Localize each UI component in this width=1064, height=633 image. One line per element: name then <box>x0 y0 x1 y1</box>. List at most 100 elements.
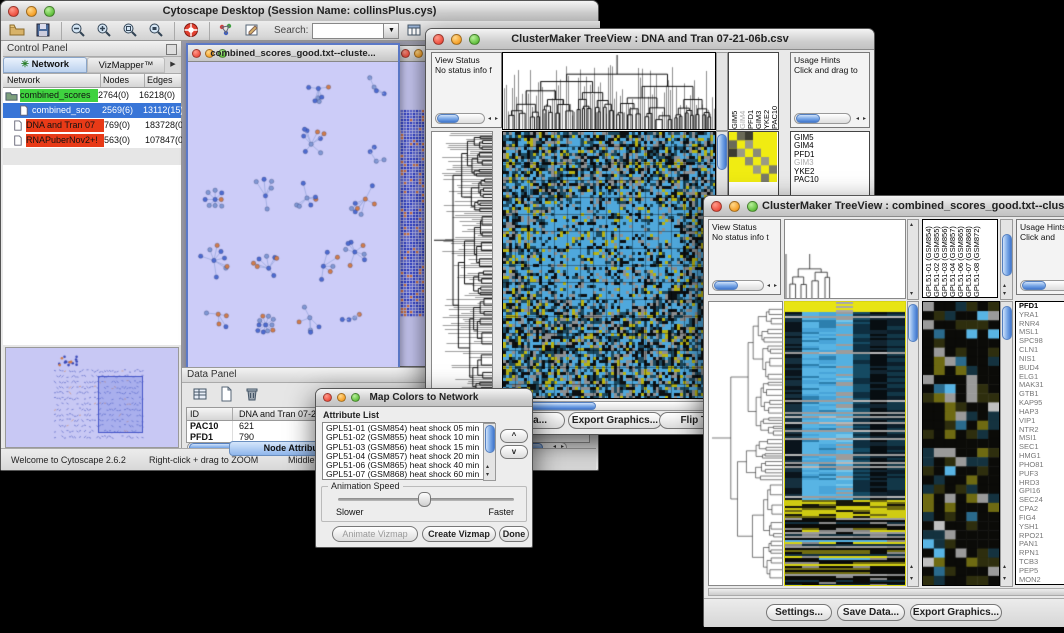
col-nodes[interactable]: Nodes <box>101 74 145 87</box>
scroll-right-icon[interactable]: ▸ <box>863 116 866 122</box>
vizmapper-icon[interactable] <box>217 22 237 40</box>
scroll-right-icon[interactable]: ▸ <box>774 283 777 289</box>
zoom-out-icon[interactable] <box>69 22 89 40</box>
settings-button[interactable]: Settings... <box>766 604 832 621</box>
tv1-heatmap[interactable] <box>502 131 716 399</box>
birdseye-canvas[interactable] <box>6 348 176 445</box>
network-canvas-1[interactable] <box>188 62 394 366</box>
treeview1-titlebar[interactable]: ClusterMaker TreeView : DNA and Tran 07-… <box>426 29 874 50</box>
cytoscape-titlebar[interactable]: Cytoscape Desktop (Session Name: collins… <box>1 1 598 22</box>
scroll-left-icon[interactable]: ◂ <box>856 116 859 122</box>
tv2-zoom-heatmap[interactable] <box>922 301 1000 586</box>
usage-hints-hscrollbar[interactable] <box>1020 280 1064 291</box>
gene-label[interactable]: SEC24 <box>1019 496 1064 505</box>
attribute-item[interactable]: GPL51-04 (GSM857) heat shock 20 min <box>326 452 494 461</box>
search-input[interactable] <box>312 23 384 39</box>
attribute-item[interactable]: GPL51-01 (GSM854) heat shock 05 min <box>326 424 494 433</box>
gene-label[interactable]: SPC98 <box>1019 337 1064 346</box>
network-row[interactable]: RNAPuberNov2+!563(0)107847(0) <box>3 133 181 148</box>
network-row[interactable]: combined_sco2569(6)13112(15) <box>3 103 181 118</box>
help-lifesaver-icon[interactable] <box>182 22 202 40</box>
scrollbar-thumb[interactable] <box>1022 281 1046 290</box>
scroll-down-icon[interactable]: ▾ <box>910 291 913 297</box>
move-up-button[interactable]: ^ <box>500 429 528 443</box>
scroll-down-icon[interactable]: ▾ <box>1003 291 1006 297</box>
zoom-selected-icon[interactable] <box>121 22 141 40</box>
dialog-titlebar[interactable]: Map Colors to Network <box>316 389 532 407</box>
gene-label[interactable]: SEC1 <box>1019 443 1064 452</box>
netview1-titlebar[interactable]: combined_scores_good.txt--cluste... <box>188 45 398 62</box>
column-label[interactable]: GPL51-08 (GSM872) <box>973 220 981 297</box>
tv1-zoom-heatmap[interactable] <box>729 132 777 182</box>
gene-label[interactable]: HAP3 <box>1019 408 1064 417</box>
gene-label[interactable]: NIS1 <box>1019 355 1064 364</box>
scroll-right-icon[interactable]: ▸ <box>495 116 498 122</box>
tv1-top-vscrollbar[interactable] <box>716 52 728 131</box>
search-dropdown-icon[interactable]: ▼ <box>384 23 399 39</box>
attribute-browser-icon[interactable] <box>405 22 425 40</box>
column-label[interactable]: PAC10 <box>771 53 779 129</box>
gene-label[interactable]: MAK31 <box>1019 381 1064 390</box>
scroll-up-icon[interactable]: ▴ <box>910 222 913 228</box>
scrollbar-thumb[interactable] <box>796 114 820 123</box>
select-attributes-icon[interactable] <box>191 386 211 404</box>
scroll-left-icon[interactable]: ◂ <box>488 116 491 122</box>
tv2-top-vscrollbar[interactable]: ▴ ▾ <box>907 219 919 300</box>
zoom-window-icon[interactable] <box>747 201 758 212</box>
row-label[interactable]: PAC10 <box>794 176 869 184</box>
scrollbar-thumb[interactable] <box>485 425 495 453</box>
tv1-hscrollbar[interactable] <box>502 401 718 411</box>
scrollbar-thumb[interactable] <box>717 134 727 170</box>
animate-vizmap-button[interactable]: Animate Vizmap <box>332 526 418 542</box>
tv2-column-dendrogram[interactable] <box>784 219 906 299</box>
tv2-vscrollbar[interactable]: ▴ ▾ <box>907 301 919 587</box>
scrollbar-thumb[interactable] <box>1002 306 1012 340</box>
gene-label[interactable]: HRD3 <box>1019 479 1064 488</box>
close-icon[interactable] <box>401 49 410 58</box>
view-status-hscrollbar[interactable] <box>712 280 764 291</box>
create-vizmap-button[interactable]: Create Vizmap <box>422 526 496 542</box>
slider-thumb[interactable] <box>418 492 431 507</box>
tv2-hscrollbar[interactable] <box>708 588 1064 596</box>
gene-label[interactable]: RPN1 <box>1019 549 1064 558</box>
float-panel-icon[interactable] <box>166 44 177 55</box>
scroll-up-icon[interactable]: ▴ <box>1003 564 1006 570</box>
scroll-up-icon[interactable]: ▴ <box>486 464 489 470</box>
gene-label[interactable]: PUF3 <box>1019 470 1064 479</box>
tv1-row-dendrogram[interactable] <box>431 131 493 399</box>
attribute-item[interactable]: GPL51-02 (GSM855) heat shock 10 min <box>326 433 494 442</box>
gene-label[interactable]: BUD4 <box>1019 364 1064 373</box>
network-row[interactable]: combined_scores2764(0)16218(0) <box>3 88 181 103</box>
attribute-item[interactable]: GPL51-03 (GSM856) heat shock 15 min <box>326 443 494 452</box>
attribute-item[interactable]: GPL51-07 (GSM868) heat shock 60 min <box>326 470 494 479</box>
minimize-icon[interactable] <box>729 201 740 212</box>
tv2-row-dendrogram[interactable] <box>708 301 783 586</box>
zoom-in-icon[interactable] <box>95 22 115 40</box>
scroll-down-icon[interactable]: ▾ <box>910 576 913 582</box>
gene-label[interactable]: PAN1 <box>1019 540 1064 549</box>
gene-label[interactable]: YSH1 <box>1019 523 1064 532</box>
gene-label[interactable]: MSL1 <box>1019 328 1064 337</box>
export-graphics-button[interactable]: Export Graphics... <box>910 604 1002 621</box>
minimize-icon[interactable] <box>414 49 423 58</box>
tv2-zoom-vscrollbar[interactable]: ▴ ▾ <box>1000 301 1013 587</box>
network-canvas-2[interactable] <box>397 64 424 322</box>
gene-label[interactable]: RNR4 <box>1019 320 1064 329</box>
gene-label[interactable]: FIG4 <box>1019 514 1064 523</box>
scrollbar-thumb[interactable] <box>908 304 918 342</box>
treeview2-titlebar[interactable]: ClusterMaker TreeView : combined_scores_… <box>704 196 1064 217</box>
gene-label[interactable]: CPA2 <box>1019 505 1064 514</box>
annotation-icon[interactable] <box>243 22 263 40</box>
attribute-list-vscrollbar[interactable]: ▴ ▾ <box>483 423 496 481</box>
scroll-down-icon[interactable]: ▾ <box>1003 576 1006 582</box>
gene-label[interactable]: MON2 <box>1019 576 1064 585</box>
gene-label[interactable]: YRA1 <box>1019 311 1064 320</box>
zoom-fit-icon[interactable] <box>147 22 167 40</box>
gene-label[interactable]: PHO81 <box>1019 461 1064 470</box>
gene-label[interactable]: CLN1 <box>1019 346 1064 355</box>
attribute-list[interactable]: GPL51-01 (GSM854) heat shock 05 minGPL51… <box>322 422 495 480</box>
col-network[interactable]: Network <box>3 74 101 87</box>
scrollbar-thumb[interactable] <box>1002 234 1012 276</box>
gene-label[interactable]: TCB3 <box>1019 558 1064 567</box>
attribute-item[interactable]: GPL51-06 (GSM865) heat shock 40 min <box>326 461 494 470</box>
